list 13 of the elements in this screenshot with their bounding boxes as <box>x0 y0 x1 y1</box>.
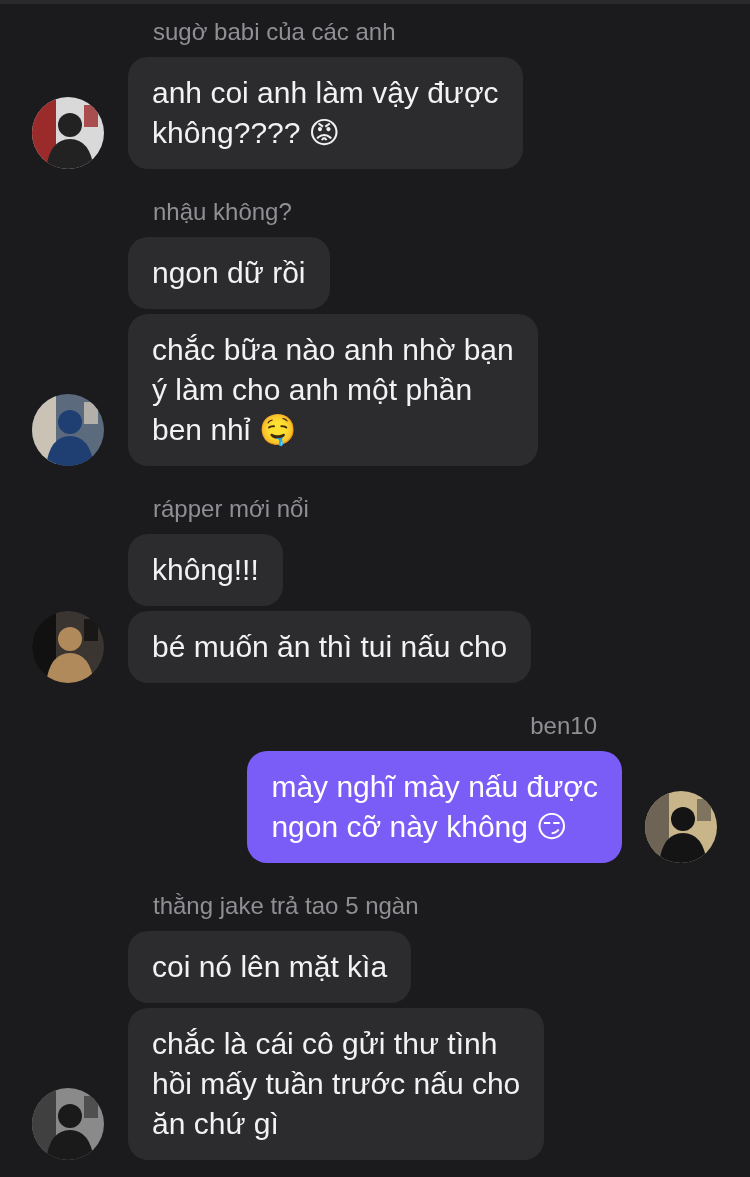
message-bubble: anh coi anh làm vậy được không???? 😡 <box>128 57 523 169</box>
sender-name: thằng jake trả tao 5 ngàn <box>153 891 420 921</box>
message-bubble: coi nó lên mặt kìa <box>128 931 412 1003</box>
message-bubble: chắc bữa nào anh nhờ bạn ý làm cho anh một phần ben nhỉ 🤤 <box>128 314 538 466</box>
message-bubble: ngon dữ rồi <box>128 237 330 309</box>
sender-name: rápper mới nổi <box>153 494 310 524</box>
message-bubble: chắc là cái cô gửi thư tình hồi mấy tuần trước nấu cho ăn chứ gì <box>128 1008 545 1160</box>
sent-message-bubble: mày nghĩ mày nấu được ngon cỡ này không 😏 <box>247 751 622 863</box>
message-bubble: không!!! <box>128 534 283 606</box>
sender-name: sugờ babi của các anh <box>153 17 397 47</box>
message-bubble: bé muốn ăn thì tui nấu cho <box>128 611 532 683</box>
sender-name: nhậu không? <box>153 197 293 227</box>
sender-name: ben10 <box>530 711 597 741</box>
